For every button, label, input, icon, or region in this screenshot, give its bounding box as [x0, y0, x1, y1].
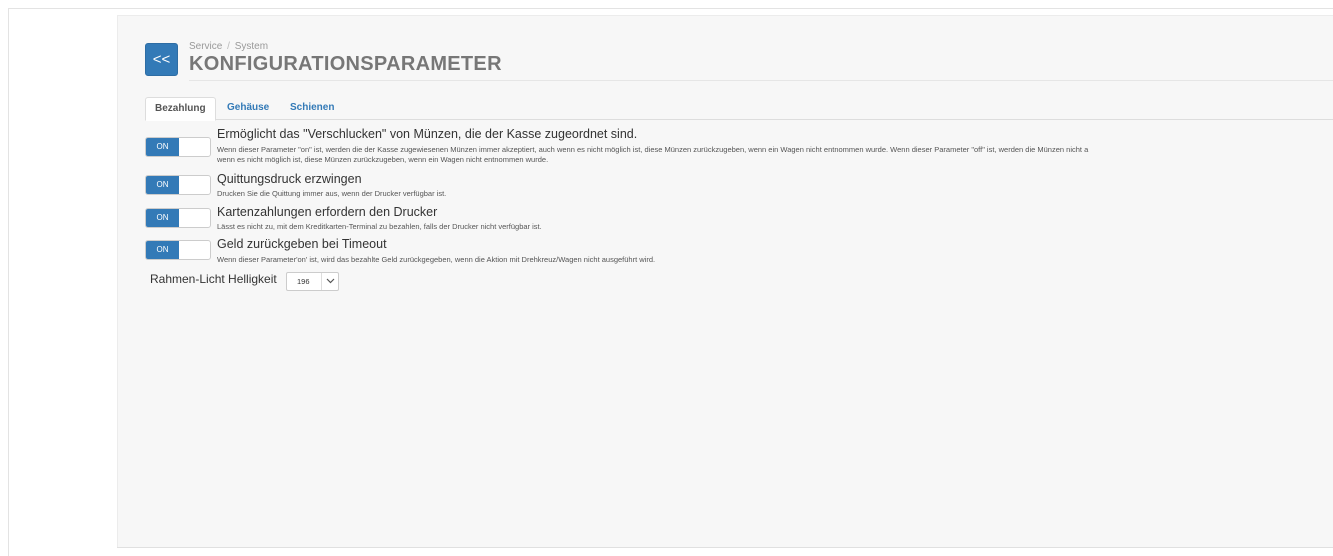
tab-bezahlung[interactable]: Bezahlung — [145, 97, 216, 121]
brightness-label: Rahmen-Licht Helligkeit — [150, 272, 277, 286]
tab-bar: Bezahlung Gehäuse Schienen — [145, 97, 1333, 121]
tab-schienen[interactable]: Schienen — [281, 97, 343, 120]
setting-description: wenn es nicht möglich ist, diese Münzen … — [217, 155, 549, 164]
header-divider — [189, 80, 1333, 81]
breadcrumb-system: System — [234, 41, 269, 52]
brightness-value: 196 — [297, 277, 310, 286]
setting-description: Lässt es nicht zu, mit dem Kreditkarten-… — [217, 222, 542, 231]
setting-description: Drucken Sie die Quittung immer aus, wenn… — [217, 189, 447, 198]
setting-title: Quittungsdruck erzwingen — [217, 172, 362, 186]
setting-title: Ermöglicht das "Verschlucken" von Münzen… — [217, 127, 638, 141]
chevron-down-icon — [321, 273, 338, 290]
setting-title: Kartenzahlungen erfordern den Drucker — [217, 205, 438, 219]
page-title: KONFIGURATIONSPARAMETER — [189, 53, 502, 75]
toggle-on-label: ON — [146, 209, 179, 227]
panel-bottom-divider — [117, 547, 1333, 548]
toggle-card-requires-printer[interactable]: ON — [145, 208, 211, 228]
setting-description: Wenn dieser Parameter'on' ist, wird das … — [217, 255, 656, 264]
toggle-refund-on-timeout[interactable]: ON — [145, 240, 211, 260]
breadcrumb-separator: / — [227, 41, 230, 52]
back-button[interactable]: << — [145, 43, 178, 76]
tab-gehaeuse[interactable]: Gehäuse — [218, 97, 278, 120]
setting-title: Geld zurückgeben bei Timeout — [217, 237, 387, 251]
brightness-select[interactable]: 196 — [286, 272, 339, 291]
setting-description: Wenn dieser Parameter "on" ist, werden d… — [217, 145, 1089, 154]
toggle-on-label: ON — [146, 241, 179, 259]
breadcrumb-service[interactable]: Service — [189, 41, 222, 52]
toggle-on-label: ON — [146, 138, 179, 156]
toggle-force-receipt[interactable]: ON — [145, 175, 211, 195]
toggle-on-label: ON — [146, 176, 179, 194]
breadcrumb: Service / System — [189, 41, 268, 52]
toggle-swallow-coins[interactable]: ON — [145, 137, 211, 157]
